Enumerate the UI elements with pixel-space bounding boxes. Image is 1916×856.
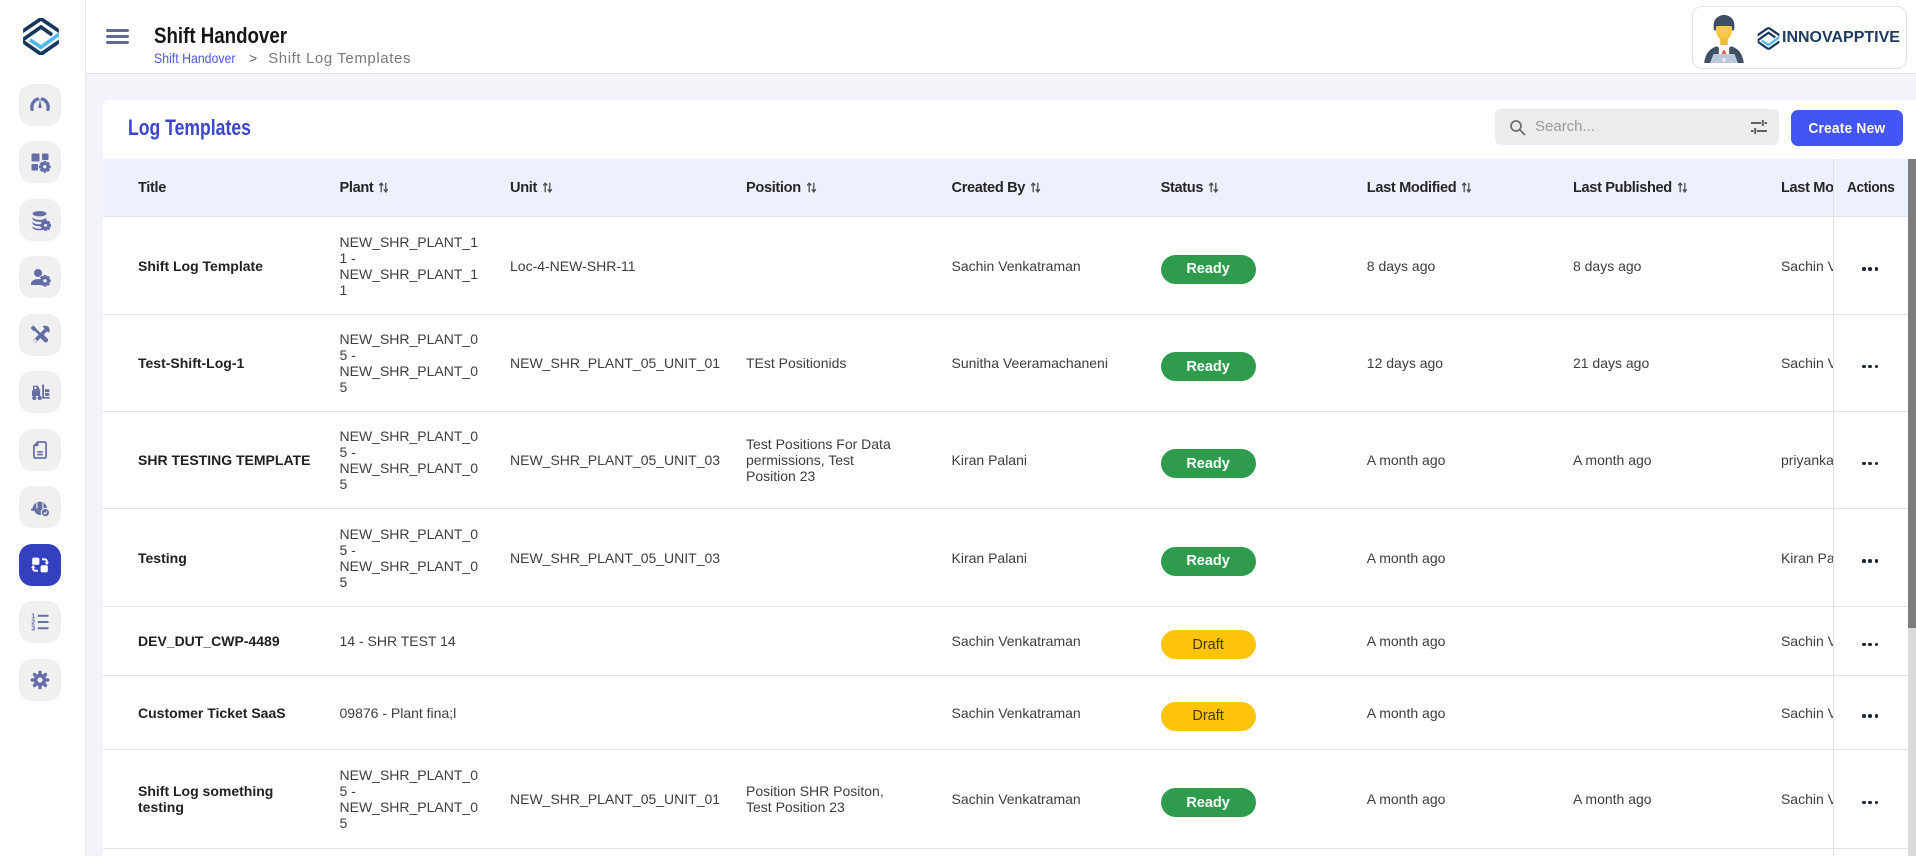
svg-text:3: 3 xyxy=(31,626,35,633)
